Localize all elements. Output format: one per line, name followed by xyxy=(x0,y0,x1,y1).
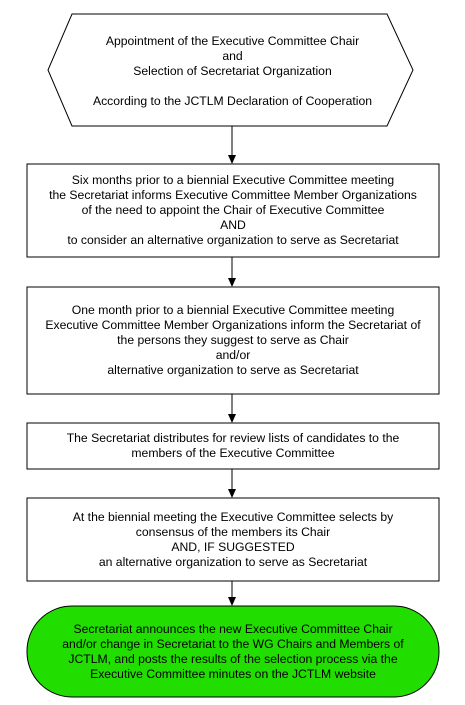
step-2-line: alternative organization to serve as Sec… xyxy=(107,363,359,377)
arrow-2 xyxy=(228,257,236,287)
step-1-node: Six months prior to a biennial Executive… xyxy=(28,165,438,256)
arrow-5 xyxy=(228,581,236,606)
step-4-node: At the biennial meeting the Executive Co… xyxy=(28,499,438,580)
step-4-line: AND, IF SUGGESTED xyxy=(171,539,295,554)
step-2-line: One month prior to a biennial Executive … xyxy=(71,303,395,317)
end-line: Secretariat announces the new Executive … xyxy=(73,621,393,636)
step-3-line: members of the Executive Committee xyxy=(131,446,335,460)
start-node: Appointment of the Executive Committee C… xyxy=(60,26,405,116)
end-line: and/or change in Secretariat to the WG C… xyxy=(62,636,404,651)
step-1-line: Six months prior to a biennial Executive… xyxy=(71,173,395,187)
end-line: Executive Committee minutes on the JCTLM… xyxy=(90,666,376,681)
end-line: JCTLM, and posts the results of the sele… xyxy=(68,651,398,666)
start-title-line: Appointment of the Executive Committee C… xyxy=(105,33,360,48)
step-3-line: The Secretariat distributes for review l… xyxy=(66,431,400,445)
end-node: Secretariat announces the new Executive … xyxy=(40,607,426,696)
arrow-4 xyxy=(228,469,236,498)
step-1-line: of the need to appoint the Chair of Exec… xyxy=(81,203,385,217)
step-3-node: The Secretariat distributes for review l… xyxy=(28,424,438,468)
step-4-line: an alternative organization to serve as … xyxy=(98,554,368,569)
start-reference-line: According to the JCTLM Declaration of Co… xyxy=(92,93,373,108)
step-1-line: to consider an alternative organization … xyxy=(67,233,399,247)
arrow-1 xyxy=(228,126,236,164)
step-2-node: One month prior to a biennial Executive … xyxy=(28,288,438,393)
step-4-line: At the biennial meeting the Executive Co… xyxy=(72,509,394,524)
step-2-line: and/or xyxy=(215,348,251,362)
step-2-line: Executive Committee Member Organizations… xyxy=(45,318,421,332)
step-1-line: the Secretariat informs Executive Commit… xyxy=(49,188,417,202)
arrow-3 xyxy=(228,394,236,423)
step-4-line: consensus of the members its Chair xyxy=(135,524,331,539)
step-1-line: AND xyxy=(220,218,246,232)
start-subtitle-line: Selection of Secretariat Organization xyxy=(133,63,332,78)
step-2-line: the persons they suggest to serve as Cha… xyxy=(117,333,349,347)
start-and-line: and xyxy=(222,48,243,63)
